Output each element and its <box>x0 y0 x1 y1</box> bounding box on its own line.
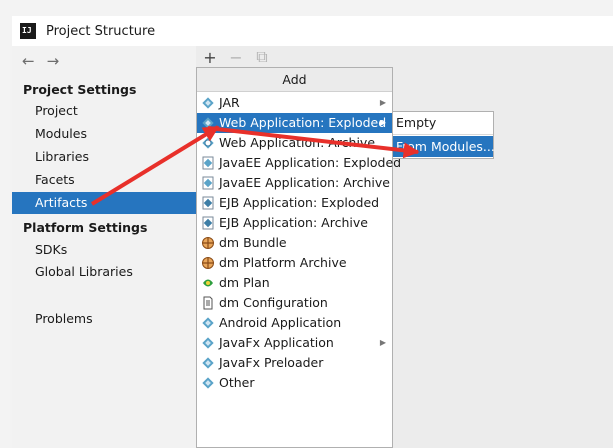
javaee-icon <box>201 176 215 190</box>
add-icon[interactable]: + <box>202 48 218 67</box>
menu-item-label: JavaEE Application: Archive <box>219 175 390 190</box>
artifacts-toolbar: + − ⧉ <box>196 46 613 68</box>
window-title: Project Structure <box>46 23 156 39</box>
menu-item-dm-bundle[interactable]: dm Bundle <box>197 233 392 253</box>
title-bar: IJ Project Structure <box>12 16 613 46</box>
menu-item-label: dm Bundle <box>219 235 287 250</box>
submenu-separator <box>393 134 493 135</box>
config-file-icon <box>201 296 215 310</box>
menu-item-web-application-exploded[interactable]: Web Application: Exploded ▶ <box>197 113 392 133</box>
menu-item-other[interactable]: Other <box>197 373 392 393</box>
diamond-icon <box>201 316 215 330</box>
menu-item-ejb-application-exploded[interactable]: EJB Application: Exploded <box>197 193 392 213</box>
javaee-icon <box>201 156 215 170</box>
menu-item-label: JavaFx Preloader <box>219 355 324 370</box>
menu-item-dm-configuration[interactable]: dm Configuration <box>197 293 392 313</box>
back-arrow-icon[interactable]: ← <box>22 52 35 70</box>
menu-item-jar[interactable]: JAR ▶ <box>197 93 392 113</box>
popup-menu-list: JAR ▶ Web Application: Exploded ▶ Web Applic… <box>197 92 401 393</box>
menu-item-label: Web Application: Exploded <box>219 115 387 130</box>
menu-item-label: EJB Application: Archive <box>219 215 368 230</box>
submenu-arrow-icon: ▶ <box>379 118 386 127</box>
sidebar: ← → Project Settings Project Modules Lib… <box>12 46 196 448</box>
sidebar-item-project[interactable]: Project <box>12 100 196 122</box>
menu-item-dm-plan[interactable]: dm Plan <box>197 273 392 293</box>
sidebar-item-global-libraries[interactable]: Global Libraries <box>12 261 196 283</box>
sidebar-item-problems[interactable]: Problems <box>12 308 196 330</box>
sidebar-item-libraries[interactable]: Libraries <box>12 146 196 168</box>
menu-item-label: JavaFx Application <box>219 335 334 350</box>
bundle-icon <box>201 236 215 250</box>
diamond-icon <box>201 356 215 370</box>
copy-icon[interactable]: ⧉ <box>254 47 270 66</box>
ejb-icon <box>201 216 215 230</box>
menu-item-label: JAR <box>219 95 240 110</box>
submenu-arrow-icon: ▶ <box>379 98 386 107</box>
diamond-icon <box>201 376 215 390</box>
menu-item-label: dm Configuration <box>219 295 328 310</box>
diamond-icon <box>201 96 215 110</box>
remove-icon[interactable]: − <box>228 48 244 67</box>
submenu-arrow-icon: ▶ <box>379 338 386 347</box>
nav-arrows: ← → <box>22 52 59 70</box>
sidebar-item-artifacts[interactable]: Artifacts <box>12 192 196 214</box>
menu-item-javaee-application-exploded[interactable]: JavaEE Application: Exploded <box>197 153 401 173</box>
menu-item-web-application-archive[interactable]: Web Application: Archive <box>197 133 392 153</box>
section-project-settings: Project Settings <box>23 82 137 97</box>
popup-header: Add <box>197 68 392 92</box>
menu-item-label: dm Platform Archive <box>219 255 347 270</box>
diamond-icon <box>201 116 215 130</box>
intellij-logo-icon: IJ <box>20 23 36 39</box>
menu-item-label: Web Application: Archive <box>219 135 376 150</box>
submenu-item-from-modules[interactable]: From Modules... <box>393 136 495 157</box>
ejb-icon <box>201 196 215 210</box>
menu-item-label: dm Plan <box>219 275 270 290</box>
sidebar-item-facets[interactable]: Facets <box>12 169 196 191</box>
web-archive-icon <box>201 136 215 150</box>
menu-item-javafx-application[interactable]: JavaFx Application ▶ <box>197 333 392 353</box>
diamond-icon <box>201 336 215 350</box>
screen-top-edge <box>0 0 613 16</box>
menu-item-android-application[interactable]: Android Application <box>197 313 392 333</box>
section-platform-settings: Platform Settings <box>23 220 148 235</box>
bundle-icon <box>201 256 215 270</box>
forward-arrow-icon[interactable]: → <box>47 52 60 70</box>
menu-item-label: JavaEE Application: Exploded <box>219 155 402 170</box>
menu-item-javafx-preloader[interactable]: JavaFx Preloader <box>197 353 392 373</box>
menu-item-ejb-application-archive[interactable]: EJB Application: Archive <box>197 213 392 233</box>
submenu-item-empty[interactable]: Empty <box>393 112 493 133</box>
add-artifact-popup: Add JAR ▶ Web Application: Exploded ▶ Web Ap… <box>196 67 401 448</box>
menu-item-javaee-application-archive[interactable]: JavaEE Application: Archive <box>197 173 392 193</box>
menu-item-dm-platform-archive[interactable]: dm Platform Archive <box>197 253 392 273</box>
sidebar-item-modules[interactable]: Modules <box>12 123 196 145</box>
web-exploded-submenu: Empty From Modules... <box>392 111 495 159</box>
menu-item-label: EJB Application: Exploded <box>219 195 380 210</box>
sidebar-item-sdks[interactable]: SDKs <box>12 239 196 261</box>
plan-icon <box>201 276 215 290</box>
menu-item-label: Other <box>219 375 255 390</box>
screen-left-edge <box>0 0 12 448</box>
menu-item-label: Android Application <box>219 315 342 330</box>
